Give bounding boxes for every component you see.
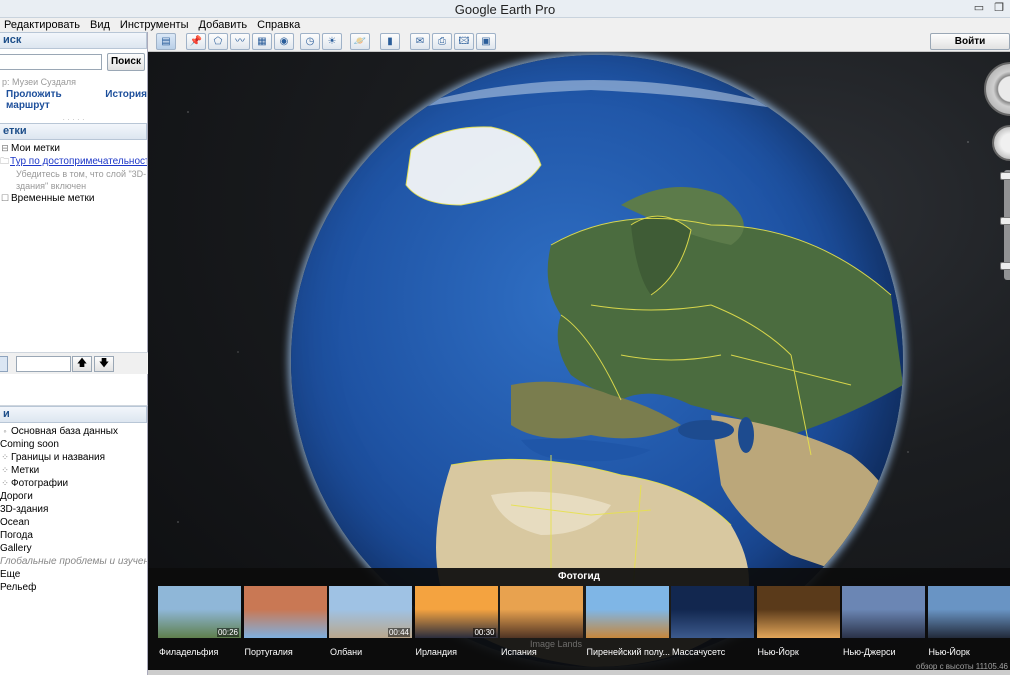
zoom-in-icon[interactable] bbox=[1000, 172, 1010, 180]
planets-icon[interactable]: 🪐 bbox=[350, 33, 370, 50]
photo-label[interactable]: Пиренейский полу... bbox=[587, 647, 672, 657]
photo-thumbnail[interactable] bbox=[756, 586, 840, 638]
places-nav-strip: 🡅 🡇 bbox=[0, 352, 148, 374]
layer-item[interactable]: Ocean bbox=[0, 516, 147, 529]
record-tour-icon[interactable]: ◉ bbox=[274, 33, 294, 50]
sunlight-icon[interactable]: ☀ bbox=[322, 33, 342, 50]
path-icon[interactable]: 〰 bbox=[230, 33, 250, 50]
search-hint: р: Музеи Суздаля bbox=[2, 77, 76, 87]
photo-thumbnail[interactable] bbox=[927, 586, 1010, 638]
photo-label[interactable]: Филадельфия bbox=[159, 647, 244, 657]
menu-edit[interactable]: Редактировать bbox=[4, 18, 80, 32]
zoom-handle[interactable] bbox=[1000, 217, 1010, 225]
photo-thumbnail[interactable] bbox=[842, 586, 925, 638]
layer-item[interactable]: Coming soon bbox=[0, 438, 147, 451]
photo-thumbnail[interactable] bbox=[243, 586, 327, 638]
polygon-icon[interactable]: ⬠ bbox=[208, 33, 228, 50]
print-icon[interactable]: ⎙ bbox=[432, 33, 452, 50]
layer-item[interactable]: Рельеф bbox=[0, 581, 147, 594]
photo-thumbnail[interactable] bbox=[671, 586, 754, 638]
tour-note: Убедитесь в том, что слой "3D- bbox=[16, 169, 147, 179]
email-icon[interactable]: ✉ bbox=[410, 33, 430, 50]
photo-label[interactable]: Олбани bbox=[330, 647, 415, 657]
layers-tree: ◦ Основная база данных Coming soon ⁘ Грани… bbox=[0, 423, 147, 594]
ruler-icon[interactable]: ▮ bbox=[380, 33, 400, 50]
photo-guide-title: Фотогид bbox=[558, 571, 600, 582]
photo-thumbnail[interactable] bbox=[500, 586, 583, 638]
title-bar: Google Earth Pro ▭ ❐ bbox=[0, 0, 1010, 18]
window-title: Google Earth Pro bbox=[454, 2, 556, 17]
photo-label[interactable]: Ирландия bbox=[416, 647, 501, 657]
zoom-out-icon[interactable] bbox=[1000, 262, 1010, 270]
menu-add[interactable]: Добавить bbox=[199, 18, 248, 32]
layer-item[interactable]: Еще bbox=[0, 568, 147, 581]
layer-item[interactable]: Gallery bbox=[0, 542, 147, 555]
tree-item-temp-places[interactable]: ☐ Временные метки bbox=[0, 192, 147, 205]
places-filter-input[interactable] bbox=[16, 356, 71, 372]
search-input[interactable] bbox=[0, 54, 102, 70]
branch-icon: ⁘ bbox=[1, 465, 9, 475]
photo-thumbnail[interactable]: 00:44 bbox=[329, 586, 412, 638]
maps-icon[interactable]: ▣ bbox=[476, 33, 496, 50]
tree-item-tour[interactable]: 🗀 Тур по достопримечательност bbox=[0, 155, 147, 168]
move-up-button[interactable]: 🡅 bbox=[72, 356, 92, 372]
restore-icon[interactable]: ❐ bbox=[992, 1, 1006, 15]
save-image-icon[interactable]: 🖾 bbox=[454, 33, 474, 50]
image-overlay-icon[interactable]: ▦ bbox=[252, 33, 272, 50]
places-panel-header[interactable]: етки bbox=[0, 123, 147, 140]
menu-view[interactable]: Вид bbox=[90, 18, 110, 32]
branch-icon: ⁘ bbox=[1, 478, 9, 488]
expand-icon[interactable]: ⊟ bbox=[0, 142, 10, 155]
layer-item[interactable]: Погода bbox=[0, 529, 147, 542]
photo-label[interactable]: Португалия bbox=[245, 647, 330, 657]
branch-icon: ⁘ bbox=[1, 452, 9, 462]
duration-badge: 00:44 bbox=[387, 628, 410, 637]
places-tree: ⊟ Мои метки 🗀 Тур по достопримечательнос… bbox=[0, 140, 147, 205]
imagery-watermark: Image Lands bbox=[530, 639, 583, 649]
layer-item[interactable]: ⁘ Метки bbox=[0, 464, 147, 477]
login-button[interactable]: Войти bbox=[930, 33, 1010, 50]
search-button[interactable]: Поиск bbox=[107, 53, 145, 71]
tour-note-2: здания" включен bbox=[16, 181, 87, 191]
photo-thumbnail[interactable]: 00:30 bbox=[414, 586, 498, 638]
layer-item[interactable]: ⁘ Фотографии bbox=[0, 477, 147, 490]
sidebar-toggle-icon[interactable]: ▤ bbox=[156, 33, 176, 50]
status-bar bbox=[148, 670, 1010, 675]
photo-label[interactable]: Нью-Йорк bbox=[758, 647, 843, 657]
move-down-button[interactable]: 🡇 bbox=[94, 356, 114, 372]
layer-item[interactable]: Дороги bbox=[0, 490, 147, 503]
photo-guide: Фотогид 00:26 Филадельфия Португалия 00:44 О… bbox=[148, 568, 1010, 670]
folder-icon: 🗀 bbox=[0, 156, 10, 166]
toolbar: ▤ 📌 ⬠ 〰 ▦ ◉ ◷ ☀ 🪐 ▮ ✉ ⎙ 🖾 ▣ Войти bbox=[148, 32, 1010, 52]
earth-3d-view[interactable]: Фотогид 00:26 Филадельфия Португалия 00:44 О… bbox=[148, 52, 1010, 670]
photo-thumbnail[interactable]: 00:26 bbox=[158, 586, 241, 638]
duration-badge: 00:30 bbox=[473, 628, 496, 637]
menu-bar: Редактировать Вид Инструменты Добавить С… bbox=[0, 18, 1010, 32]
menu-help[interactable]: Справка bbox=[257, 18, 300, 32]
historical-imagery-icon[interactable]: ◷ bbox=[300, 33, 320, 50]
placemark-icon[interactable]: 📌 bbox=[186, 33, 206, 50]
panel-toggle-button[interactable] bbox=[0, 356, 8, 372]
photo-label[interactable]: Массачусетс bbox=[672, 647, 757, 657]
search-panel-header[interactable]: иск bbox=[0, 32, 147, 49]
layer-item[interactable]: 3D-здания bbox=[0, 503, 147, 516]
minimize-icon[interactable]: ▭ bbox=[972, 1, 986, 15]
photo-label[interactable]: Нью-Джерси bbox=[843, 647, 928, 657]
route-link[interactable]: Проложить маршрут bbox=[6, 89, 97, 111]
history-link[interactable]: История bbox=[105, 89, 147, 105]
layer-item[interactable]: Глобальные проблемы и изучение с bbox=[0, 555, 147, 568]
layers-panel: и ◦ Основная база данных Coming soon ⁘ Гра… bbox=[0, 405, 148, 670]
status-coordinates: обзор с высоты 11105.46 bbox=[916, 662, 1008, 670]
globe-icon: ◦ bbox=[3, 426, 7, 436]
duration-badge: 00:26 bbox=[216, 628, 239, 637]
tree-item-my-places[interactable]: ⊟ Мои метки bbox=[0, 142, 147, 155]
layer-item[interactable]: ◦ Основная база данных bbox=[0, 425, 147, 438]
photo-thumbnail[interactable] bbox=[585, 586, 669, 638]
layer-item[interactable]: ⁘ Границы и названия bbox=[0, 451, 147, 464]
layers-panel-header[interactable]: и bbox=[0, 406, 147, 423]
checkbox-icon[interactable]: ☐ bbox=[0, 192, 10, 205]
photo-label[interactable]: Нью-Йорк bbox=[929, 647, 1010, 657]
menu-tools[interactable]: Инструменты bbox=[120, 18, 189, 32]
